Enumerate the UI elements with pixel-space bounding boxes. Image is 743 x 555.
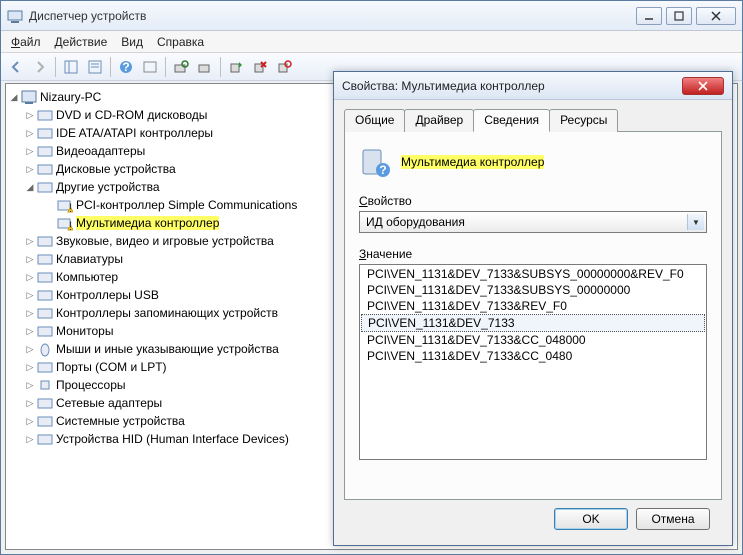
- property-combo[interactable]: ИД оборудования ▼: [359, 211, 707, 233]
- property-value: ИД оборудования: [366, 215, 465, 229]
- update-driver-icon[interactable]: [225, 56, 247, 78]
- dialog-close-button[interactable]: [682, 77, 724, 95]
- uninstall-icon[interactable]: [249, 56, 271, 78]
- properties-icon[interactable]: [84, 56, 106, 78]
- list-item[interactable]: PCI\VEN_1131&DEV_7133&CC_048000: [361, 332, 705, 348]
- keyboard-icon: [37, 251, 53, 267]
- tabstrip: Общие Драйвер Сведения Ресурсы: [344, 108, 722, 132]
- cpu-icon: [37, 377, 53, 393]
- tab-resources[interactable]: Ресурсы: [549, 109, 618, 132]
- svg-text:!: !: [69, 201, 72, 213]
- property-label: Свойство: [359, 194, 707, 208]
- menu-view[interactable]: Вид: [121, 35, 143, 49]
- computer-icon: [21, 89, 37, 105]
- scan-hardware-icon[interactable]: [170, 56, 192, 78]
- list-item[interactable]: PCI\VEN_1131&DEV_7133&CC_0480: [361, 348, 705, 364]
- maximize-button[interactable]: [666, 7, 692, 25]
- list-item[interactable]: PCI\VEN_1131&DEV_7133: [361, 314, 705, 332]
- computer-icon: [37, 269, 53, 285]
- monitor-icon: [37, 323, 53, 339]
- svg-text:!: !: [69, 219, 72, 231]
- menu-help[interactable]: Справка: [157, 35, 204, 49]
- tab-details[interactable]: Сведения: [473, 109, 550, 132]
- menu-file[interactable]: Файл: [11, 35, 41, 49]
- storage-icon: [37, 305, 53, 321]
- ide-icon: [37, 125, 53, 141]
- list-item[interactable]: PCI\VEN_1131&DEV_7133&SUBSYS_00000000&RE…: [361, 266, 705, 282]
- show-hide-tree-button[interactable]: [60, 56, 82, 78]
- main-title: Диспетчер устройств: [29, 9, 636, 23]
- tab-general[interactable]: Общие: [344, 109, 405, 132]
- svg-text:?: ?: [379, 163, 386, 177]
- sound-icon: [37, 233, 53, 249]
- disc-icon: [37, 107, 53, 123]
- help-icon[interactable]: ?: [115, 56, 137, 78]
- chevron-down-icon: ▼: [687, 214, 704, 230]
- other-icon: [37, 179, 53, 195]
- device-icon: ?: [359, 146, 391, 178]
- menu-action[interactable]: Действие: [55, 35, 108, 49]
- disk-icon: [37, 161, 53, 177]
- value-label: Значение: [359, 247, 707, 261]
- forward-button[interactable]: [29, 56, 51, 78]
- warning-icon: !: [57, 215, 73, 231]
- toolbar-icon-8[interactable]: [194, 56, 216, 78]
- hid-icon: [37, 431, 53, 447]
- dialog-title: Свойства: Мультимедиа контроллер: [342, 79, 682, 93]
- disable-icon[interactable]: [273, 56, 295, 78]
- dialog-titlebar[interactable]: Свойства: Мультимедиа контроллер: [334, 72, 732, 100]
- list-item[interactable]: PCI\VEN_1131&DEV_7133&SUBSYS_00000000: [361, 282, 705, 298]
- system-icon: [37, 413, 53, 429]
- toolbar-icon-6[interactable]: [139, 56, 161, 78]
- list-item[interactable]: PCI\VEN_1131&DEV_7133&REV_F0: [361, 298, 705, 314]
- menubar: Файл Действие Вид Справка: [1, 31, 742, 53]
- video-icon: [37, 143, 53, 159]
- details-panel: ? Мультимедиа контроллер Свойство ИД обо…: [344, 132, 722, 500]
- properties-dialog: Свойства: Мультимедиа контроллер Общие Д…: [333, 71, 733, 546]
- mouse-icon: [37, 341, 53, 357]
- warning-icon: !: [57, 197, 73, 213]
- values-listbox[interactable]: PCI\VEN_1131&DEV_7133&SUBSYS_00000000&RE…: [359, 264, 707, 460]
- cancel-button[interactable]: Отмена: [636, 508, 710, 530]
- port-icon: [37, 359, 53, 375]
- main-titlebar[interactable]: Диспетчер устройств: [1, 1, 742, 31]
- app-icon: [7, 8, 23, 24]
- usb-icon: [37, 287, 53, 303]
- ok-button[interactable]: OK: [554, 508, 628, 530]
- tab-driver[interactable]: Драйвер: [404, 109, 474, 132]
- net-icon: [37, 395, 53, 411]
- svg-text:?: ?: [122, 60, 129, 74]
- minimize-button[interactable]: [636, 7, 662, 25]
- device-name: Мультимедиа контроллер: [401, 155, 544, 169]
- back-button[interactable]: [5, 56, 27, 78]
- close-button[interactable]: [696, 7, 736, 25]
